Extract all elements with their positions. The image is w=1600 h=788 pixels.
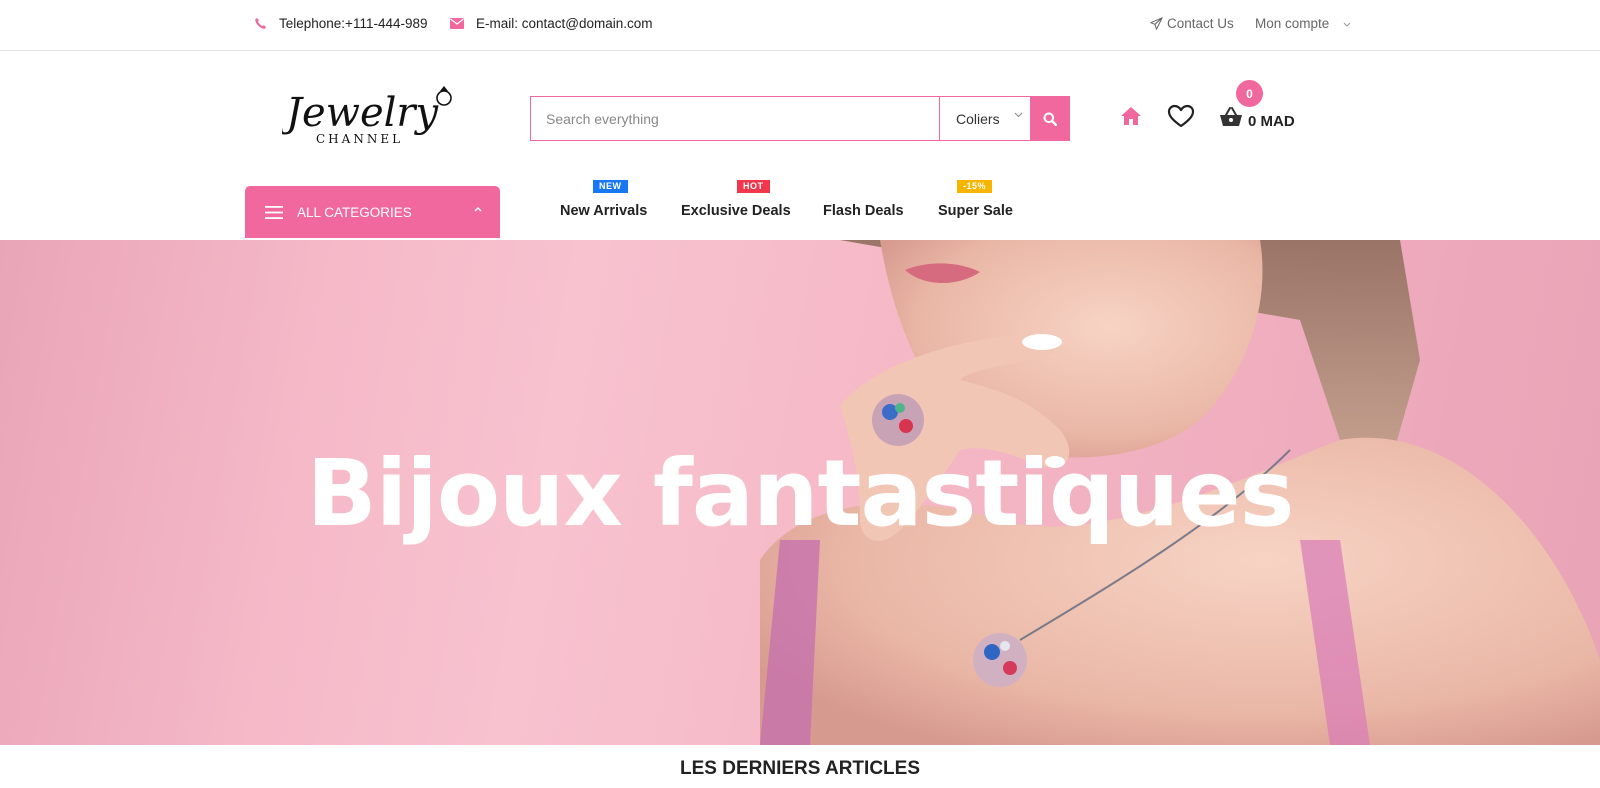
site-logo[interactable]: Jewelry CHANNEL: [279, 84, 460, 150]
paper-plane-icon: [1150, 17, 1163, 30]
latest-articles-title: LES DERNIERS ARTICLES: [680, 758, 920, 779]
svg-text:CHANNEL: CHANNEL: [316, 132, 403, 146]
contact-us-label: Contact Us: [1167, 16, 1234, 31]
hero-banner[interactable]: Bijoux fantastiques: [0, 240, 1600, 745]
phone-contact[interactable]: Telephone:+111-444-989: [254, 16, 428, 31]
category-select-value: Coliers: [956, 110, 1000, 127]
chevron-down-icon: [1014, 112, 1023, 118]
home-icon: [1121, 107, 1141, 125]
menu-super-sale[interactable]: Super Sale: [938, 203, 1013, 219]
heart-icon: [1167, 104, 1195, 128]
category-select[interactable]: Coliers: [939, 97, 1030, 140]
cart-total[interactable]: 0 MAD: [1248, 113, 1295, 130]
chevron-up-icon: [474, 207, 482, 212]
jewelry-channel-logo: Jewelry CHANNEL: [279, 86, 452, 146]
sale-tag: -15%: [957, 180, 993, 193]
account-dropdown[interactable]: Mon compte: [1255, 16, 1351, 31]
phone-icon: [255, 17, 267, 29]
home-button[interactable]: [1120, 105, 1142, 132]
search-button[interactable]: [1030, 97, 1069, 140]
menu-exclusive-deals[interactable]: Exclusive Deals: [681, 203, 791, 219]
wishlist-button[interactable]: [1167, 104, 1195, 133]
email-text: E-mail: contact@domain.com: [476, 16, 653, 31]
account-label: Mon compte: [1255, 16, 1330, 31]
hot-tag: HOT: [737, 180, 770, 193]
search-icon: [1043, 112, 1057, 126]
menu-flash-deals[interactable]: Flash Deals: [823, 203, 904, 219]
hero-title: Bijoux fantastiques: [306, 440, 1295, 547]
all-categories-button[interactable]: ALL CATEGORIES: [245, 186, 500, 238]
svg-text:Jewelry: Jewelry: [282, 90, 440, 136]
contact-us-link[interactable]: Contact Us: [1150, 16, 1234, 31]
menu-icon: [265, 205, 283, 219]
cart-button[interactable]: [1219, 107, 1243, 132]
search-bar: Coliers: [530, 96, 1070, 141]
phone-text: Telephone:+111-444-989: [279, 16, 428, 31]
new-tag: NEW: [593, 180, 628, 193]
email-contact[interactable]: E-mail: contact@domain.com: [450, 16, 653, 31]
search-input[interactable]: [531, 97, 939, 140]
chevron-down-icon: [1343, 22, 1351, 27]
all-categories-label: ALL CATEGORIES: [297, 204, 412, 220]
menu-new-arrivals[interactable]: New Arrivals: [560, 203, 647, 219]
basket-icon: [1220, 107, 1242, 126]
top-bar: Telephone:+111-444-989 E-mail: contact@d…: [0, 0, 1600, 51]
envelope-icon: [450, 18, 464, 29]
cart-count-badge: 0: [1236, 80, 1263, 107]
